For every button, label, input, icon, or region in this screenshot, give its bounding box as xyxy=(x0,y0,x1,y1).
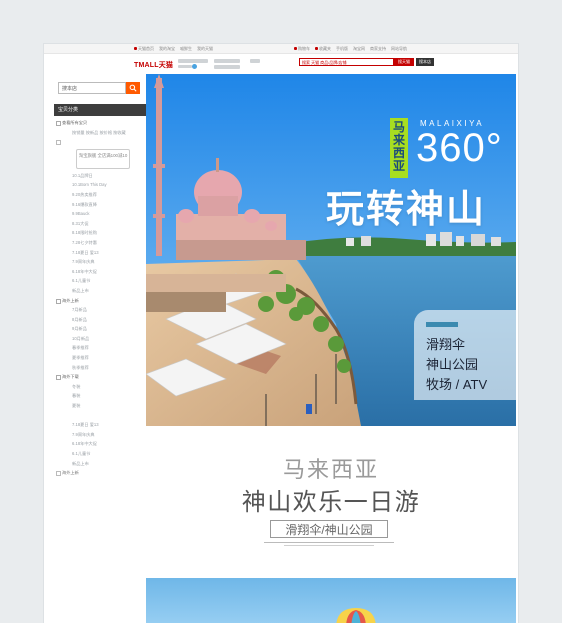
top-link[interactable]: 网站导航 xyxy=(391,46,407,52)
divider xyxy=(264,542,394,543)
top-nav-right: 购物车 收藏夹 手机版 淘宝网 商家支持 网站导航 xyxy=(294,46,407,52)
activity-line: 牧场 / ATV xyxy=(426,377,488,392)
category-item[interactable]: 海外上新 xyxy=(54,468,146,478)
top-link[interactable]: 购物车 xyxy=(294,46,310,52)
category-item[interactable]: 9.16爆款直降 xyxy=(54,200,146,210)
tmall-logo[interactable]: TMALL天猫 xyxy=(134,60,173,70)
category-item[interactable]: 新品上市 xyxy=(54,286,146,296)
top-link[interactable]: 收藏夹 xyxy=(315,46,331,52)
dot-icon xyxy=(134,47,137,51)
top-link[interactable]: 我的天猫 xyxy=(197,46,213,52)
category-item[interactable] xyxy=(54,411,146,421)
activities-card: 滑翔伞 神山公园 牧场 / ATV xyxy=(414,310,516,400)
search-shop-button[interactable]: 搜本店 xyxy=(416,58,434,66)
top-link[interactable]: 淘宝网 xyxy=(353,46,365,52)
top-link[interactable]: 商家支持 xyxy=(370,46,386,52)
category-item[interactable]: 按销量 按新品 按价格 按收藏 xyxy=(54,128,146,138)
category-item[interactable]: 7月新品 xyxy=(54,305,146,315)
search-tmall-button[interactable]: 搜天猫 xyxy=(394,58,414,66)
category-item[interactable]: 10.1Born This Day xyxy=(54,180,146,190)
category-item[interactable]: 7.18夏日 爱13 xyxy=(54,420,146,430)
category-item[interactable]: 夏季推荐 xyxy=(54,353,146,363)
category-item[interactable]: 8.31大促 xyxy=(54,219,146,229)
category-item[interactable]: 秋季推荐 xyxy=(54,363,146,373)
section-tagline: 滑翔伞/神山公园 xyxy=(270,520,388,538)
top-link-label: 天猫首页 xyxy=(138,46,154,51)
category-item[interactable]: 春装 xyxy=(54,391,146,401)
divider xyxy=(284,545,374,546)
shop-search-button[interactable] xyxy=(126,82,140,94)
category-item[interactable]: 6.18年中大促 xyxy=(54,439,146,449)
top-nav-bar: 天猫首页 我的淘宝 喵鲜生 我的天猫 购物车 收藏夹 手机版 淘宝网 商家支持 … xyxy=(44,44,518,54)
category-section[interactable]: 海外上新 xyxy=(54,296,146,306)
category-item[interactable]: 7.28七夕特惠 xyxy=(54,238,146,248)
category-item[interactable]: 夏装 xyxy=(54,401,146,411)
region-tag: 马来西亚 xyxy=(390,118,408,178)
accent-bar xyxy=(426,322,458,327)
section-title-top: 马来西亚 xyxy=(282,457,379,482)
section-title-main: 神山欢乐一日游 xyxy=(241,489,421,516)
hero-title: 玩转神山 xyxy=(326,189,487,231)
shop-search-input[interactable]: 搜本店 xyxy=(58,82,126,94)
hot-air-balloon-image xyxy=(336,608,376,623)
category-item[interactable]: 春季推荐 xyxy=(54,343,146,353)
category-section[interactable]: 查看所有宝贝 xyxy=(54,118,146,128)
site-header: TMALL天猫 搜索 天猫 商品/品牌/店铺 搜天猫 搜本店 xyxy=(44,54,518,76)
top-link[interactable]: 手机版 xyxy=(336,46,348,52)
category-section[interactable]: 海外下载 xyxy=(54,372,146,382)
category-item[interactable]: 6.18年中大促 xyxy=(54,267,146,277)
cart-icon xyxy=(294,47,297,51)
category-item[interactable]: 6.1儿童节 xyxy=(54,276,146,286)
top-nav-left: 天猫首页 我的淘宝 喵鲜生 我的天猫 xyxy=(134,46,213,52)
category-item[interactable]: 8月新品 xyxy=(54,315,146,325)
shop-info-placeholder xyxy=(214,65,240,69)
promo-button[interactable]: 淘宝旗舰 全店满100减10 xyxy=(76,148,130,169)
category-item[interactable]: 7.9周年庆典 xyxy=(54,257,146,267)
search-icon xyxy=(129,84,137,92)
badge-icon xyxy=(192,64,197,69)
category-list: 查看所有宝贝 按销量 按新品 按价格 按收藏淘宝旗舰 全店满100减10 10.1品… xyxy=(54,118,146,478)
top-link[interactable]: 我的淘宝 xyxy=(159,46,175,52)
search-input[interactable]: 搜索 天猫 商品/品牌/店铺 xyxy=(299,58,394,66)
category-item[interactable]: 10.1品牌日 xyxy=(54,171,146,181)
page-frame: 天猫首页 我的淘宝 喵鲜生 我的天猫 购物车 收藏夹 手机版 淘宝网 商家支持 … xyxy=(44,44,518,623)
category-item[interactable]: 7.9周年庆典 xyxy=(54,430,146,440)
top-link-label: 购物车 xyxy=(298,46,310,51)
category-item[interactable] xyxy=(54,137,146,147)
category-item[interactable]: 新品上市 xyxy=(54,459,146,469)
degree-title: 360° xyxy=(416,126,503,170)
heart-icon xyxy=(315,47,318,51)
top-link[interactable]: 天猫首页 xyxy=(134,46,154,52)
category-item[interactable]: 9.9Bauck xyxy=(54,209,146,219)
category-item[interactable]: 9.20热卖推荐 xyxy=(54,190,146,200)
category-item[interactable]: 7.18夏日 爱13 xyxy=(54,248,146,258)
category-item[interactable]: 冬装 xyxy=(54,382,146,392)
hero-banner: 马来西亚 MALAIXIYA 360° 玩转神山 滑翔伞 神山公园 牧场 / A… xyxy=(146,74,516,426)
shop-sidebar: 搜本店 宝贝分类 查看所有宝贝 按销量 按新品 按价格 按收藏淘宝旗舰 全店满10… xyxy=(54,82,146,623)
category-item[interactable]: 6.1儿童节 xyxy=(54,449,146,459)
category-item[interactable]: 10月新品 xyxy=(54,334,146,344)
category-header: 宝贝分类 xyxy=(54,104,146,116)
shop-name-placeholder xyxy=(178,59,208,63)
shop-follow-placeholder xyxy=(250,59,260,63)
shop-info-placeholder xyxy=(214,59,240,63)
activity-line: 神山公园 xyxy=(426,357,479,372)
category-item[interactable]: 9月新品 xyxy=(54,324,146,334)
activity-line: 滑翔伞 xyxy=(426,337,466,352)
second-banner-photo xyxy=(146,578,516,623)
category-item[interactable]: 8.18限时抢购 xyxy=(54,228,146,238)
shop-rating-placeholder xyxy=(178,65,192,68)
top-link-label: 收藏夹 xyxy=(319,46,331,51)
top-link[interactable]: 喵鲜生 xyxy=(180,46,192,52)
